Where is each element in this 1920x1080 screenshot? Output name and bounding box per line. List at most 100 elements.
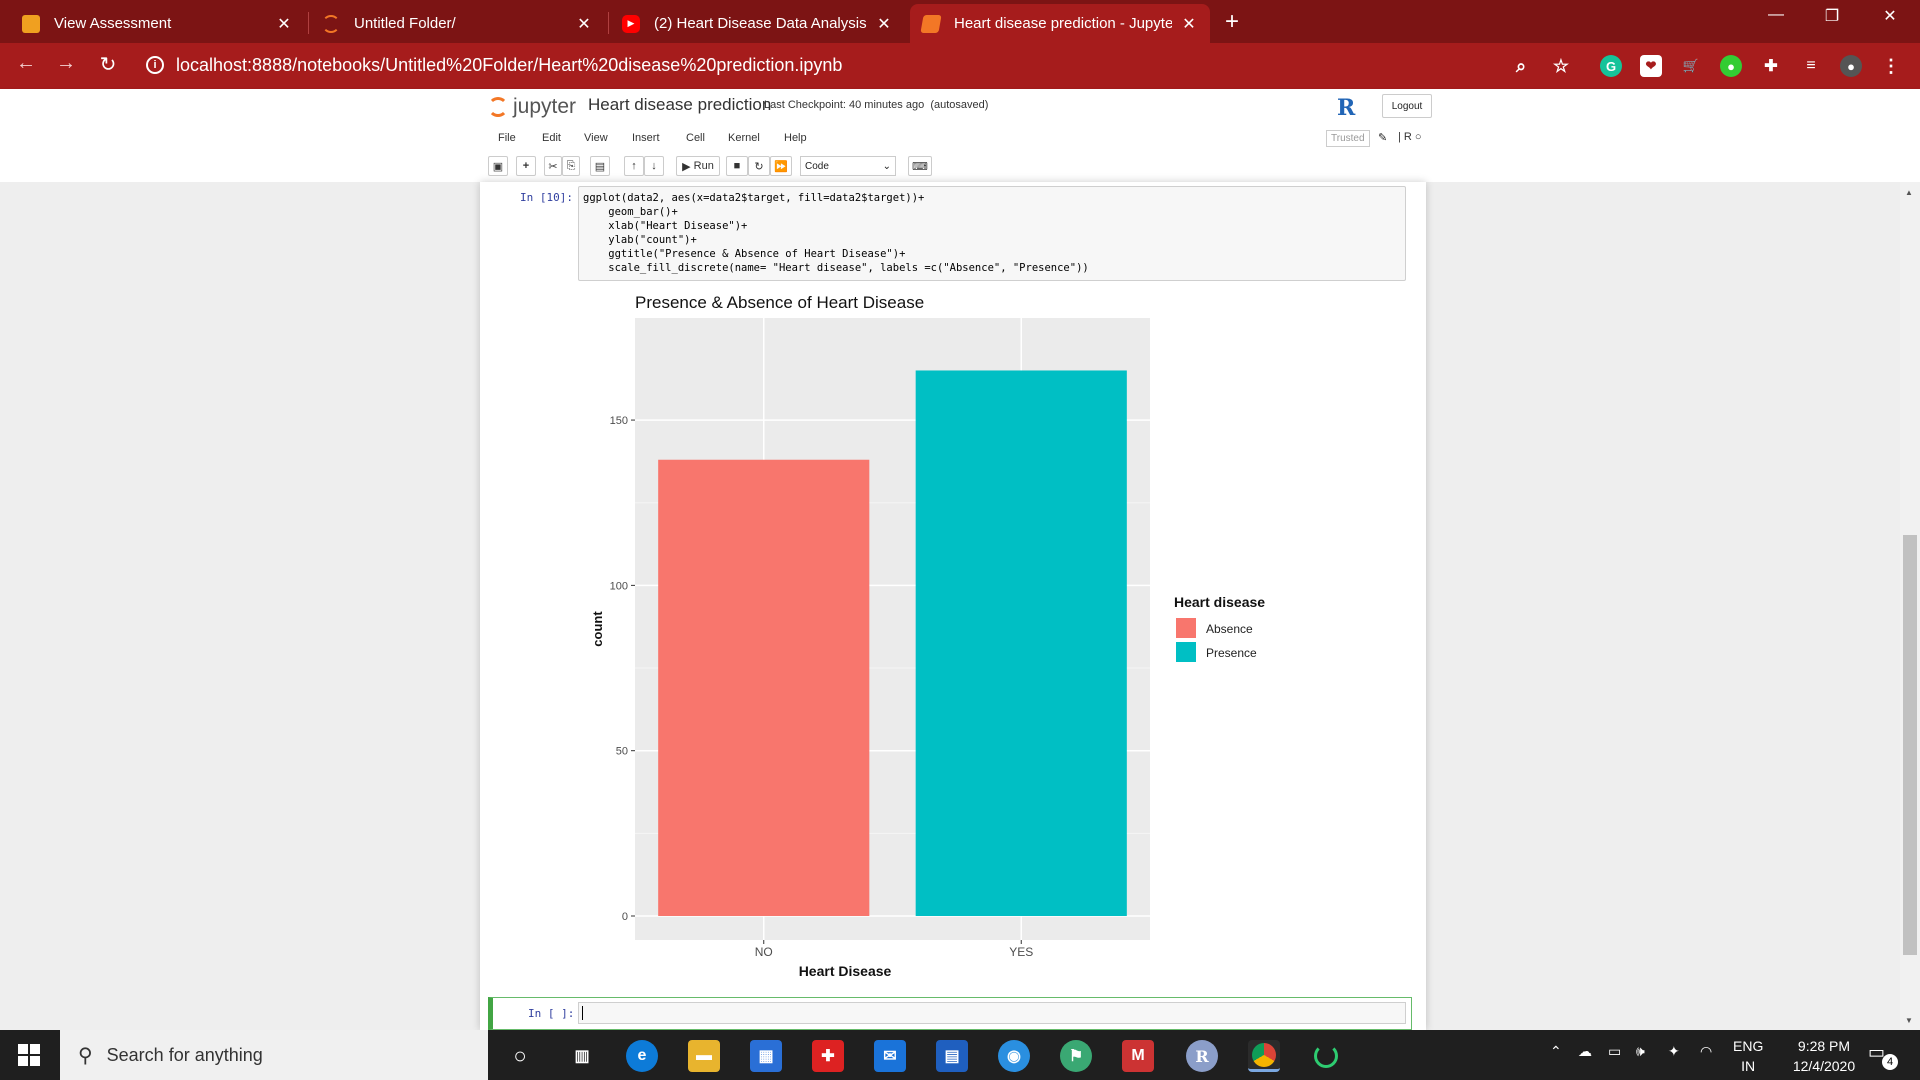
language-indicator[interactable]: ENG IN	[1733, 1036, 1763, 1076]
edge-icon[interactable]: e	[626, 1040, 658, 1072]
task-view-icon[interactable]: ▥	[566, 1040, 598, 1072]
cart-icon[interactable]: 🛒	[1680, 55, 1702, 77]
restore-button[interactable]: ❐	[1812, 6, 1852, 26]
language-code: ENG	[1733, 1038, 1764, 1054]
gift-icon[interactable]: ✚	[812, 1040, 844, 1072]
tab-heart-disease-prediction[interactable]: Heart disease prediction - Jupyte ✕	[910, 4, 1210, 43]
extensions-puzzle-icon[interactable]: ✚	[1760, 55, 1782, 77]
grammarly-icon[interactable]: G	[1600, 55, 1622, 77]
file-explorer-icon[interactable]: ▬	[688, 1040, 720, 1072]
run-button[interactable]: ▶ Run	[676, 156, 720, 176]
close-icon[interactable]: ✕	[575, 14, 593, 34]
zoom-icon[interactable]: ⌕	[1510, 55, 1532, 77]
input-prompt: In [ ]:	[528, 1007, 575, 1020]
code-cell-input[interactable]: ggplot(data2, aes(x=data2$target, fill=d…	[578, 186, 1406, 281]
volume-icon[interactable]: 🕪	[1636, 1043, 1645, 1060]
tab-label: (2) Heart Disease Data Analysis w	[654, 15, 867, 32]
wifi-icon[interactable]: ◠	[1700, 1043, 1712, 1060]
onedrive-icon[interactable]: ☁	[1578, 1043, 1592, 1060]
office-icon[interactable]: M	[1122, 1040, 1154, 1072]
copy-icon[interactable]: ⎘	[562, 156, 580, 176]
pocket-icon[interactable]: ❤	[1640, 55, 1662, 77]
tab-untitled-folder[interactable]: Untitled Folder/ ✕	[310, 4, 605, 43]
profile-avatar[interactable]: ●	[1840, 55, 1862, 77]
media-queue-icon[interactable]: ≡	[1800, 55, 1822, 77]
code-cell-input[interactable]	[578, 1002, 1406, 1024]
news-icon[interactable]: ▤	[936, 1040, 968, 1072]
taskbar-search-box[interactable]: ⚲ Search for anything	[60, 1030, 488, 1080]
forward-arrow-icon[interactable]: →	[52, 52, 80, 75]
chevron-up-icon[interactable]: ⌃	[1550, 1043, 1562, 1060]
search-icon: ⚲	[78, 1044, 93, 1067]
code-line: ggplot(data2, aes(x=data2$target, fill=d…	[583, 192, 925, 204]
pencil-icon	[22, 14, 40, 33]
interrupt-icon[interactable]: ■	[726, 156, 748, 176]
restart-run-all-icon[interactable]: ⏩	[770, 156, 792, 176]
scrollbar-thumb[interactable]	[1903, 535, 1917, 955]
notification-center-icon[interactable]: ▭ 4	[1868, 1042, 1898, 1070]
trusted-badge[interactable]: Trusted	[1326, 130, 1370, 147]
clock-date: 12/4/2020	[1792, 1058, 1856, 1074]
menu-cell[interactable]: Cell	[686, 132, 705, 144]
mail-icon[interactable]: ✉	[874, 1040, 906, 1072]
move-down-icon[interactable]: ↓	[644, 156, 664, 176]
x-tick-label: NO	[755, 945, 773, 959]
tab-separator	[608, 12, 609, 34]
browser-toolbar: ← → ↻ i localhost:8888/notebooks/Untitle…	[0, 43, 1920, 89]
tab-youtube[interactable]: ▶ (2) Heart Disease Data Analysis w ✕	[610, 4, 905, 43]
save-icon[interactable]: ▣	[488, 156, 508, 176]
clock[interactable]: 9:28 PM 12/4/2020	[1774, 1036, 1874, 1076]
x-tick-label: YES	[1009, 945, 1033, 959]
menu-help[interactable]: Help	[784, 132, 807, 144]
cut-icon[interactable]: ✂	[544, 156, 562, 176]
battery-icon[interactable]: ▭	[1608, 1043, 1621, 1060]
menu-insert[interactable]: Insert	[632, 132, 660, 144]
insert-cell-icon[interactable]: +	[516, 156, 536, 176]
paste-icon[interactable]: ▤	[590, 156, 610, 176]
notebook-name[interactable]: Heart disease prediction	[588, 95, 771, 115]
r-app-icon[interactable]: R	[1186, 1040, 1218, 1072]
new-tab-button[interactable]: +	[1218, 8, 1246, 36]
legend-title: Heart disease	[1174, 594, 1265, 610]
start-button[interactable]	[18, 1044, 40, 1066]
cell-type-select[interactable]: Code ⌄	[800, 156, 896, 176]
command-palette-icon[interactable]: ⌨	[908, 156, 932, 176]
menu-edit[interactable]: Edit	[542, 132, 561, 144]
restart-icon[interactable]: ↻	[748, 156, 770, 176]
y-axis-title: count	[590, 611, 605, 647]
jupyter-icon	[322, 14, 340, 33]
scroll-up-icon[interactable]: ▲	[1905, 188, 1913, 197]
tab-view-assessment[interactable]: View Assessment ✕	[10, 4, 305, 43]
bookmark-star-icon[interactable]: ☆	[1550, 55, 1572, 77]
jupyter-logo-text: jupyter	[513, 95, 577, 118]
address-bar[interactable]: i localhost:8888/notebooks/Untitled%20Fo…	[146, 48, 1566, 82]
chrome-icon[interactable]	[1248, 1040, 1280, 1072]
jupyter-logo[interactable]: jupyter	[488, 95, 576, 119]
move-up-icon[interactable]: ↑	[624, 156, 644, 176]
maps-icon[interactable]: ⚑	[1060, 1040, 1092, 1072]
cortana-icon[interactable]: ○	[504, 1040, 536, 1072]
loading-app-icon[interactable]	[1310, 1040, 1342, 1072]
edit-pencil-icon[interactable]: ✎	[1378, 131, 1387, 144]
reload-icon[interactable]: ↻	[94, 52, 122, 77]
close-window-button[interactable]: ✕	[1870, 6, 1910, 26]
menu-kernel[interactable]: Kernel	[728, 132, 760, 144]
close-icon[interactable]: ✕	[1180, 14, 1198, 34]
back-arrow-icon[interactable]: ←	[12, 52, 40, 75]
menu-file[interactable]: File	[498, 132, 516, 144]
scroll-down-icon[interactable]: ▼	[1905, 1016, 1913, 1025]
store-icon[interactable]: ▦	[750, 1040, 782, 1072]
url-text: localhost:8888/notebooks/Untitled%20Fold…	[176, 54, 843, 75]
info-icon[interactable]: i	[146, 56, 164, 74]
dropbox-icon[interactable]: ✦	[1668, 1043, 1680, 1060]
menu-kebab-icon[interactable]: ⋮	[1880, 55, 1902, 77]
menu-view[interactable]: View	[584, 132, 608, 144]
logout-button[interactable]: Logout	[1382, 94, 1432, 118]
close-icon[interactable]: ✕	[275, 14, 293, 34]
chevron-down-icon: ⌄	[882, 160, 891, 172]
minimize-button[interactable]: —	[1756, 6, 1796, 24]
code-line: ggtitle("Presence & Absence of Heart Dis…	[583, 248, 906, 260]
extension-globe-icon[interactable]: ●	[1720, 55, 1742, 77]
close-icon[interactable]: ✕	[875, 14, 893, 34]
app-circle-icon[interactable]: ◉	[998, 1040, 1030, 1072]
